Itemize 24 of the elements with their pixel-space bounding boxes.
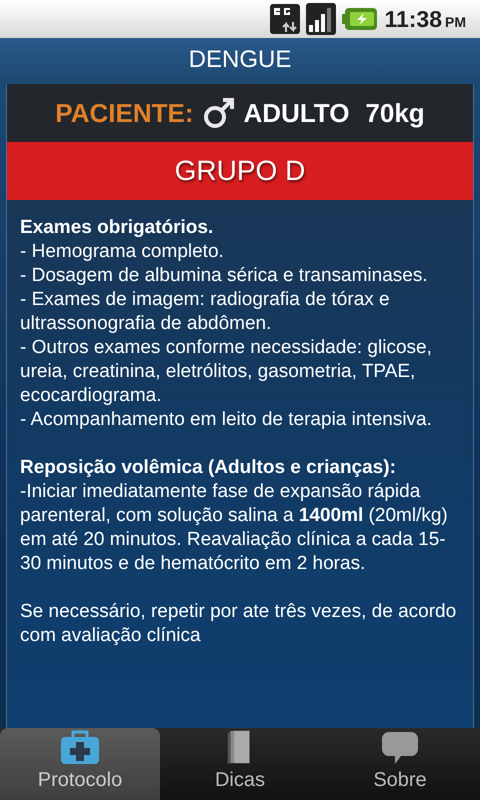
screen-title: DENGUE [188, 46, 292, 74]
protocol-text: - Acompanhamento em leito de terapia intensiva. [20, 408, 433, 432]
patient-label: PACIENTE: [55, 98, 194, 128]
patient-weight: 70kg [365, 98, 425, 128]
protocol-text: Se necessário, repetir por ate três vezes, de acordo com avaliação clínica [20, 600, 458, 648]
protocol-text: - Dosagem de albumina sérica e transaminases. [20, 264, 429, 288]
clock-time: 11:38 [384, 6, 442, 32]
medical-kit-icon [60, 729, 100, 765]
section-heading: Exames obrigatórios. [20, 216, 214, 240]
protocol-text: - Outros exames conforme necessidade: glicose, ureia, creatinina, eletrólitos, gasometria, TPAE, ecocardiograma. [20, 336, 433, 408]
tab[interactable]: Protocolo [0, 728, 160, 800]
male-symbol-icon [202, 96, 236, 130]
section-heading: Reposição volêmica (Adultos e crianças): [20, 456, 397, 480]
battery-charging-icon [342, 7, 378, 31]
tab[interactable]: Dicas [160, 728, 320, 800]
group-banner: GRUPO D [7, 142, 473, 200]
protocol-text: - Hemograma completo. [20, 240, 225, 264]
patient-age-group: ADULTO [244, 98, 350, 128]
clock-ampm: PM [445, 14, 466, 30]
protocol-text: -Iniciar imediatamente fase de expansão rápida parenteral, com solução salina a 1400ml (20ml/kg) em até 20 minutos. Reavaliação clínica a cada 15-30 minutos e de hematócrito em 2 horas. [20, 480, 449, 576]
tab[interactable]: Sobre [320, 728, 480, 800]
speech-bubble-icon [381, 731, 419, 765]
signal-icon [306, 3, 336, 35]
protocol-text: - Exames de imagem: radiografia de tórax e ultrassonografia de abdômen. [20, 288, 391, 336]
